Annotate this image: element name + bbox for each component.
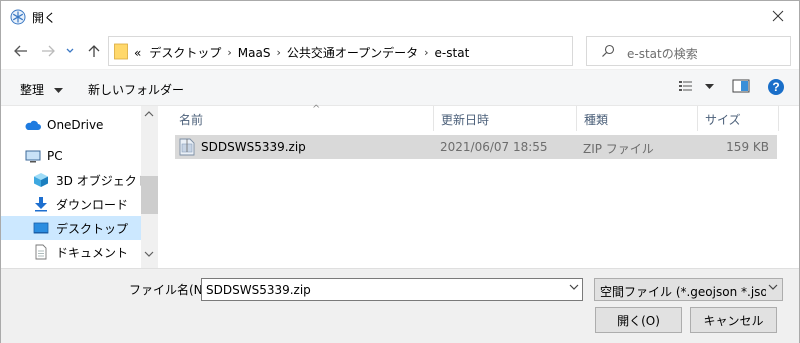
open-button[interactable]: 開く(O) bbox=[595, 307, 682, 333]
chevron-right-icon[interactable]: › bbox=[276, 46, 280, 59]
nav-item-3d-objects[interactable]: 3D オブジェクト bbox=[1, 168, 149, 192]
close-button[interactable] bbox=[763, 3, 793, 29]
file-type: ZIP ファイル bbox=[583, 142, 654, 156]
close-icon bbox=[772, 10, 784, 22]
file-type-filter-value: 空間ファイル (*.geojson *.json *.k bbox=[600, 285, 766, 299]
filename-input[interactable]: SDDSWS5339.zip bbox=[201, 278, 583, 301]
window-title: 開く bbox=[32, 11, 57, 25]
desktop-icon bbox=[33, 222, 49, 234]
breadcrumb: « デスクトップ › MaaS › 公共交通オープンデータ › e-stat bbox=[134, 44, 469, 61]
nav-item-pc[interactable]: PC bbox=[1, 145, 141, 169]
open-button-label: 開く(O) bbox=[617, 313, 660, 328]
command-bar: 整理 新しいフォルダー ? bbox=[1, 69, 799, 106]
column-header-label: 種類 bbox=[584, 113, 609, 127]
arrow-left-icon bbox=[14, 45, 27, 57]
breadcrumb-estat[interactable]: e-stat bbox=[435, 46, 470, 60]
breadcrumb-opendata[interactable]: 公共交通オープンデータ bbox=[287, 44, 418, 61]
breadcrumb-desktop[interactable]: デスクトップ bbox=[149, 44, 221, 61]
file-modified: 2021/06/07 18:55 bbox=[440, 140, 548, 154]
back-button[interactable] bbox=[11, 41, 31, 61]
nav-item-documents[interactable]: ドキュメント bbox=[1, 240, 141, 264]
breadcrumb-overflow[interactable]: « bbox=[134, 46, 141, 60]
pc-icon bbox=[25, 150, 41, 163]
organize-label: 整理 bbox=[20, 83, 45, 97]
dialog-footer: ファイル名(N): SDDSWS5339.zip 空間ファイル (*.geojs… bbox=[1, 268, 799, 343]
arrow-right-icon bbox=[42, 45, 55, 57]
navigation-pane: OneDrive PC 3D オブジェクト ダウンロード デスクトップ ドキュメ… bbox=[1, 106, 158, 268]
zip-file-icon bbox=[179, 138, 195, 156]
chevron-down-icon bbox=[768, 284, 778, 290]
nav-item-label: PC bbox=[47, 149, 63, 163]
help-button[interactable]: ? bbox=[767, 78, 785, 99]
forward-button[interactable] bbox=[38, 41, 58, 61]
open-file-dialog: 開く « デスクトップ › MaaS › 公共交通オープンデータ › e-sta… bbox=[0, 0, 800, 343]
column-header-label: 名前 bbox=[179, 113, 204, 127]
chevron-down-icon bbox=[66, 48, 74, 53]
filename-value: SDDSWS5339.zip bbox=[206, 283, 311, 297]
new-folder-label: 新しいフォルダー bbox=[88, 83, 185, 97]
details-view-icon bbox=[679, 81, 692, 91]
new-folder-button[interactable]: 新しいフォルダー bbox=[88, 81, 184, 98]
cancel-button-label: キャンセル bbox=[703, 313, 764, 328]
column-header-label: サイズ bbox=[705, 113, 741, 127]
snowflake-app-icon bbox=[10, 9, 26, 25]
navigation-scrollbar[interactable] bbox=[141, 106, 158, 268]
sort-ascending-icon: ^ bbox=[312, 104, 321, 115]
filename-label: ファイル名(N): bbox=[129, 283, 212, 297]
nav-item-label: 3D オブジェクト bbox=[56, 174, 149, 188]
breadcrumb-maas[interactable]: MaaS bbox=[238, 46, 271, 60]
preview-pane-button[interactable] bbox=[732, 78, 750, 97]
address-bar[interactable]: « デスクトップ › MaaS › 公共交通オープンデータ › e-stat bbox=[108, 36, 670, 66]
column-header-name[interactable]: 名前 ^ bbox=[172, 104, 432, 131]
column-header-modified[interactable]: 更新日時 bbox=[434, 106, 576, 131]
up-button[interactable] bbox=[84, 41, 104, 61]
nav-item-label: ドキュメント bbox=[56, 246, 129, 260]
scrollbar-thumb[interactable] bbox=[141, 176, 158, 214]
search-box[interactable]: e-statの検索 bbox=[586, 36, 791, 66]
file-list: 名前 ^ 更新日時 種類 サイズ SDDSWS5339.zip 2021/06/… bbox=[158, 104, 799, 268]
chevron-right-icon[interactable]: › bbox=[227, 46, 231, 59]
file-type-filter-select[interactable]: 空間ファイル (*.geojson *.json *.k bbox=[594, 278, 783, 301]
nav-item-label: ダウンロード bbox=[56, 198, 129, 212]
nav-item-label: OneDrive bbox=[47, 118, 104, 132]
cancel-button[interactable]: キャンセル bbox=[690, 307, 777, 333]
nav-item-desktop[interactable]: デスクトップ bbox=[1, 216, 141, 240]
file-row[interactable]: SDDSWS5339.zip 2021/06/07 18:55 ZIP ファイル… bbox=[175, 135, 777, 159]
chevron-up-icon[interactable] bbox=[144, 110, 154, 117]
svg-text:?: ? bbox=[772, 80, 779, 94]
nav-item-onedrive[interactable]: OneDrive bbox=[1, 114, 141, 138]
folder-icon bbox=[114, 43, 128, 60]
view-options-button[interactable] bbox=[678, 78, 714, 97]
chevron-down-icon[interactable] bbox=[569, 284, 579, 291]
column-header-label: 更新日時 bbox=[441, 113, 490, 127]
chevron-down-icon bbox=[704, 84, 714, 89]
arrow-up-icon bbox=[88, 45, 100, 57]
title-bar: 開く bbox=[1, 1, 799, 32]
cloud-icon bbox=[25, 120, 41, 130]
chevron-right-icon[interactable]: › bbox=[424, 46, 428, 59]
recent-locations-button[interactable] bbox=[63, 41, 77, 61]
chevron-down-icon[interactable] bbox=[144, 251, 154, 258]
3d-objects-icon bbox=[34, 173, 48, 187]
preview-pane-icon bbox=[732, 79, 750, 93]
file-size: 159 KB bbox=[726, 140, 769, 154]
nav-item-label: デスクトップ bbox=[56, 222, 129, 236]
document-icon bbox=[35, 244, 47, 260]
column-header-type[interactable]: 種類 bbox=[577, 106, 697, 131]
column-header-size[interactable]: サイズ bbox=[698, 106, 778, 131]
column-divider[interactable] bbox=[778, 106, 779, 131]
help-icon: ? bbox=[768, 79, 784, 95]
organize-button[interactable]: 整理 bbox=[20, 81, 63, 98]
search-icon bbox=[602, 44, 615, 57]
address-row: « デスクトップ › MaaS › 公共交通オープンデータ › e-stat e… bbox=[1, 32, 799, 69]
download-icon bbox=[35, 197, 47, 212]
nav-item-downloads[interactable]: ダウンロード bbox=[1, 192, 141, 216]
chevron-down-icon bbox=[53, 87, 63, 93]
search-placeholder: e-statの検索 bbox=[627, 47, 698, 61]
file-name: SDDSWS5339.zip bbox=[201, 140, 306, 154]
